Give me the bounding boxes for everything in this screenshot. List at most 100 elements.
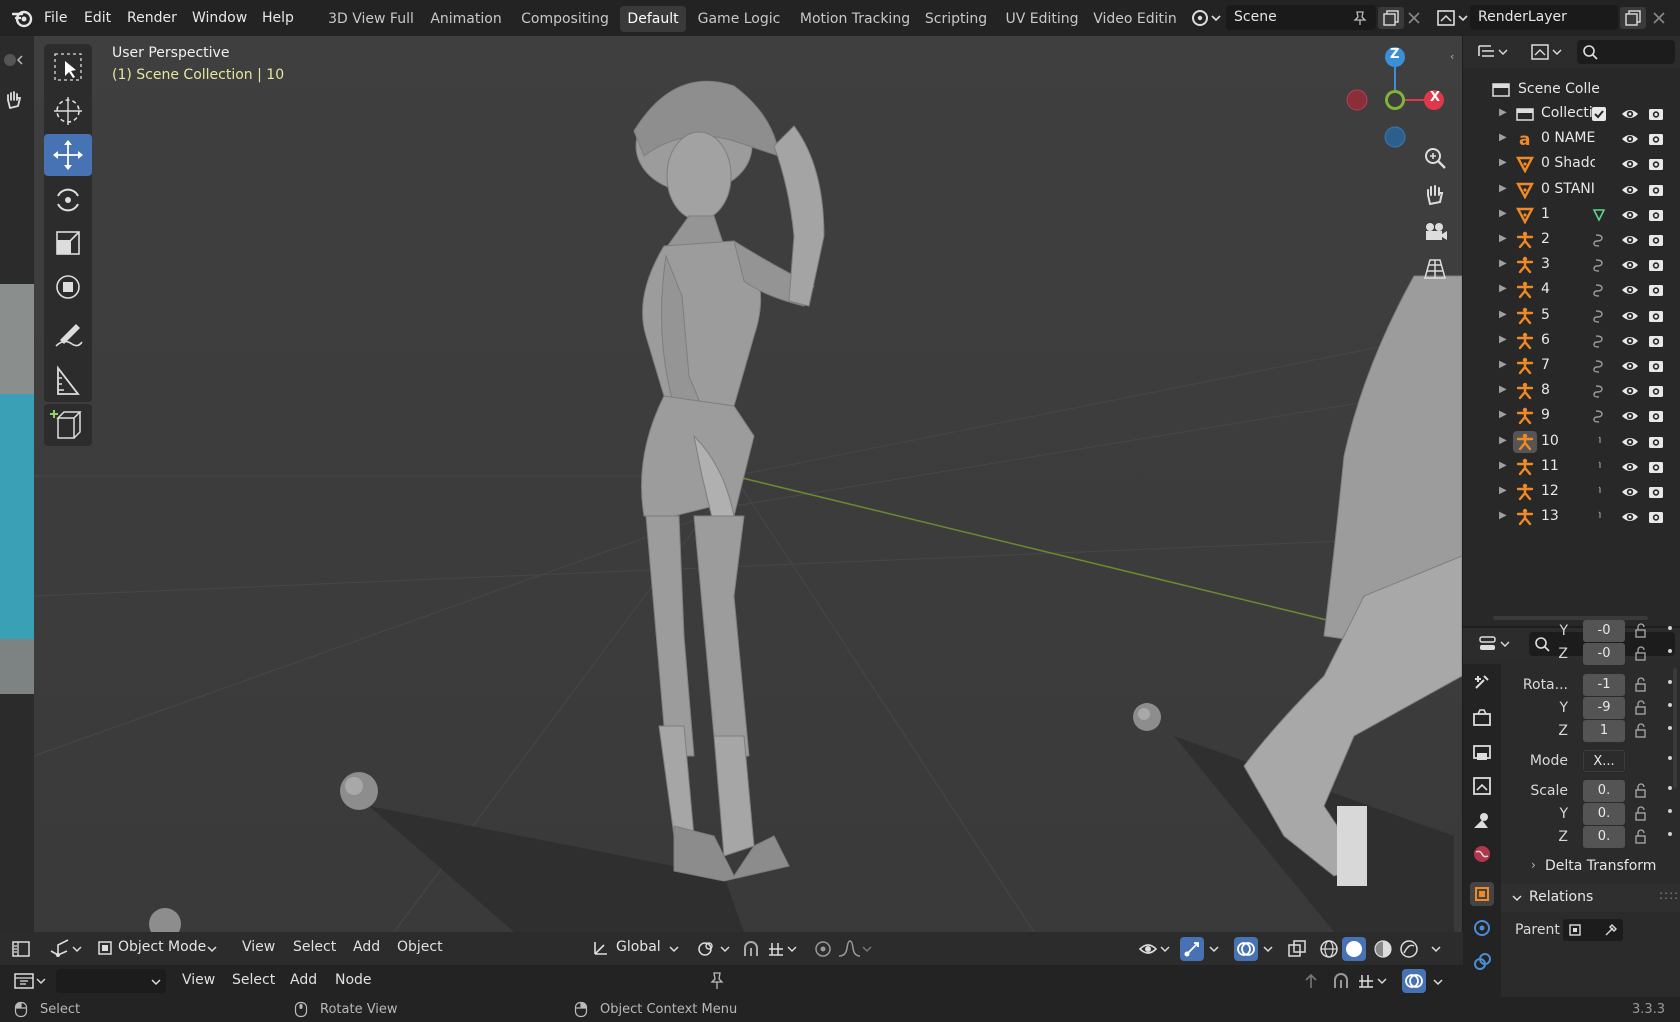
- pose-data-icon[interactable]: [1591, 333, 1607, 349]
- render-camera-icon[interactable]: [1647, 459, 1665, 475]
- lock-icon[interactable]: [1633, 700, 1649, 716]
- header-menu-add[interactable]: Add: [353, 939, 380, 955]
- pose-data-icon[interactable]: [1591, 383, 1607, 399]
- header-menu-select[interactable]: Select: [293, 939, 336, 955]
- render-camera-icon[interactable]: [1647, 182, 1665, 198]
- shading-wireframe-icon[interactable]: [1318, 938, 1340, 960]
- keyframe-dot[interactable]: [1668, 832, 1672, 836]
- pose-data-icon[interactable]: [1591, 257, 1607, 273]
- tab-compositing[interactable]: Compositing: [514, 6, 616, 32]
- render-camera-icon[interactable]: [1647, 131, 1665, 147]
- sidebar-toggle-left-icon[interactable]: [10, 938, 32, 960]
- outliner-row[interactable]: ▶ 2: [1463, 228, 1680, 253]
- visibility-eye-icon[interactable]: [1621, 308, 1639, 324]
- pose-data-icon[interactable]: [1591, 509, 1607, 525]
- scene-selector-icon[interactable]: [1190, 7, 1222, 29]
- menu-window[interactable]: Window: [192, 0, 247, 36]
- tab-uv-editing[interactable]: UV Editing: [1000, 6, 1084, 32]
- menu-edit[interactable]: Edit: [84, 0, 111, 36]
- menu-file[interactable]: File: [44, 0, 67, 36]
- render-camera-icon[interactable]: [1647, 207, 1665, 223]
- render-camera-icon[interactable]: [1647, 383, 1665, 399]
- pin-icon[interactable]: [1352, 10, 1368, 26]
- snap-target-icon[interactable]: [766, 938, 802, 960]
- relations-panel-header[interactable]: Relations ::::: [1501, 884, 1680, 912]
- render-camera-icon[interactable]: [1647, 333, 1665, 349]
- visibility-eye-icon[interactable]: [1621, 333, 1639, 349]
- outliner-row[interactable]: ▶ 6: [1463, 329, 1680, 354]
- outliner-row[interactable]: ▶ 0 Shadc: [1463, 152, 1680, 177]
- visibility-eye-icon[interactable]: [1621, 484, 1639, 500]
- overlays-dropdown-icon[interactable]: [1262, 944, 1274, 954]
- outliner-editor-type-icon[interactable]: [1475, 41, 1511, 63]
- keyframe-dot[interactable]: [1668, 809, 1672, 813]
- visibility-eye-icon[interactable]: [1621, 207, 1639, 223]
- expand-arrow-icon[interactable]: ▶: [1499, 435, 1507, 446]
- transform-tool[interactable]: [44, 266, 92, 308]
- node-snap-target-icon[interactable]: [1356, 970, 1392, 992]
- rotation-x-value[interactable]: -1: [1583, 674, 1625, 696]
- expand-arrow-icon[interactable]: ▶: [1499, 107, 1507, 118]
- parent-field[interactable]: [1563, 919, 1623, 941]
- node-menu-view[interactable]: View: [182, 972, 215, 988]
- outliner-search-input[interactable]: [1577, 40, 1675, 64]
- physics-tab-icon[interactable]: [1470, 916, 1494, 940]
- node-snap-icon[interactable]: [1330, 970, 1352, 992]
- mesh-data-icon[interactable]: [1591, 207, 1607, 223]
- perspective-toggle-icon[interactable]: [1421, 254, 1449, 282]
- expand-arrow-icon[interactable]: ▶: [1499, 460, 1507, 471]
- world-tab-icon[interactable]: [1470, 842, 1494, 866]
- keyframe-dot[interactable]: [1668, 786, 1672, 790]
- gizmo-toggle-button[interactable]: [1180, 937, 1204, 961]
- outliner[interactable]: Scene Colle ▶ Collectic ▶ a 0 NAME ▶ 0 Shadc ▶ 0…: [1463, 36, 1680, 626]
- keyframe-dot[interactable]: [1668, 703, 1672, 707]
- render-camera-icon[interactable]: [1647, 434, 1665, 450]
- lock-icon[interactable]: [1633, 723, 1649, 739]
- outliner-row[interactable]: ▶ 11: [1463, 455, 1680, 480]
- visibility-eye-icon[interactable]: [1621, 131, 1639, 147]
- render-camera-icon[interactable]: [1647, 232, 1665, 248]
- expand-arrow-icon[interactable]: ▶: [1499, 283, 1507, 294]
- scene-tab-icon[interactable]: [1470, 808, 1494, 832]
- shading-material-icon[interactable]: [1372, 938, 1394, 960]
- node-menu-select[interactable]: Select: [232, 972, 275, 988]
- pose-data-icon[interactable]: [1591, 358, 1607, 374]
- visibility-eye-icon[interactable]: [1621, 408, 1639, 424]
- pose-data-icon[interactable]: [1591, 434, 1607, 450]
- close-render-layer-icon[interactable]: [1650, 9, 1668, 27]
- render-camera-icon[interactable]: [1647, 509, 1665, 525]
- visibility-eye-icon[interactable]: [1621, 383, 1639, 399]
- annotate-tool[interactable]: [44, 316, 92, 358]
- exclude-checkbox-icon[interactable]: [1591, 106, 1607, 122]
- expand-arrow-icon[interactable]: ▶: [1499, 258, 1507, 269]
- add-cube-tool[interactable]: [44, 404, 92, 446]
- outliner-row[interactable]: ▶ 0 STANI: [1463, 178, 1680, 203]
- editor-type-node-icon[interactable]: [12, 969, 48, 993]
- pose-data-icon[interactable]: [1591, 232, 1607, 248]
- lock-icon[interactable]: [1633, 829, 1649, 845]
- object-mode-dropdown[interactable]: Object Mode: [92, 936, 224, 960]
- location-y-value[interactable]: -0: [1583, 620, 1625, 642]
- header-menu-view[interactable]: View: [242, 939, 275, 955]
- render-camera-icon[interactable]: [1647, 358, 1665, 374]
- blender-logo-icon[interactable]: [12, 8, 34, 28]
- pivot-point-icon[interactable]: [695, 938, 735, 960]
- display-mode-icon[interactable]: [1529, 41, 1565, 63]
- 3d-viewport[interactable]: User Perspective (1) Scene Collection | …: [34, 36, 1462, 932]
- scale-tool[interactable]: [44, 222, 92, 264]
- expand-arrow-icon[interactable]: ▶: [1499, 309, 1507, 320]
- rotate-tool[interactable]: [44, 178, 92, 220]
- cursor-tool[interactable]: [44, 90, 92, 132]
- header-menu-object[interactable]: Object: [397, 939, 443, 955]
- output-tab-icon[interactable]: [1470, 740, 1494, 764]
- tab-game-logic[interactable]: Game Logic: [692, 6, 786, 32]
- render-camera-icon[interactable]: [1647, 308, 1665, 324]
- outliner-row[interactable]: ▶ 9: [1463, 404, 1680, 429]
- tab-video-editing[interactable]: Video Editin: [1092, 6, 1178, 32]
- render-camera-icon[interactable]: [1647, 106, 1665, 122]
- visibility-eye-icon[interactable]: [1621, 459, 1639, 475]
- keyframe-dot[interactable]: [1668, 649, 1672, 653]
- gizmo-dropdown-icon[interactable]: [1208, 944, 1220, 954]
- visibility-eye-icon[interactable]: [1621, 257, 1639, 273]
- sidebar-toggle-icon[interactable]: ‹: [1450, 50, 1454, 63]
